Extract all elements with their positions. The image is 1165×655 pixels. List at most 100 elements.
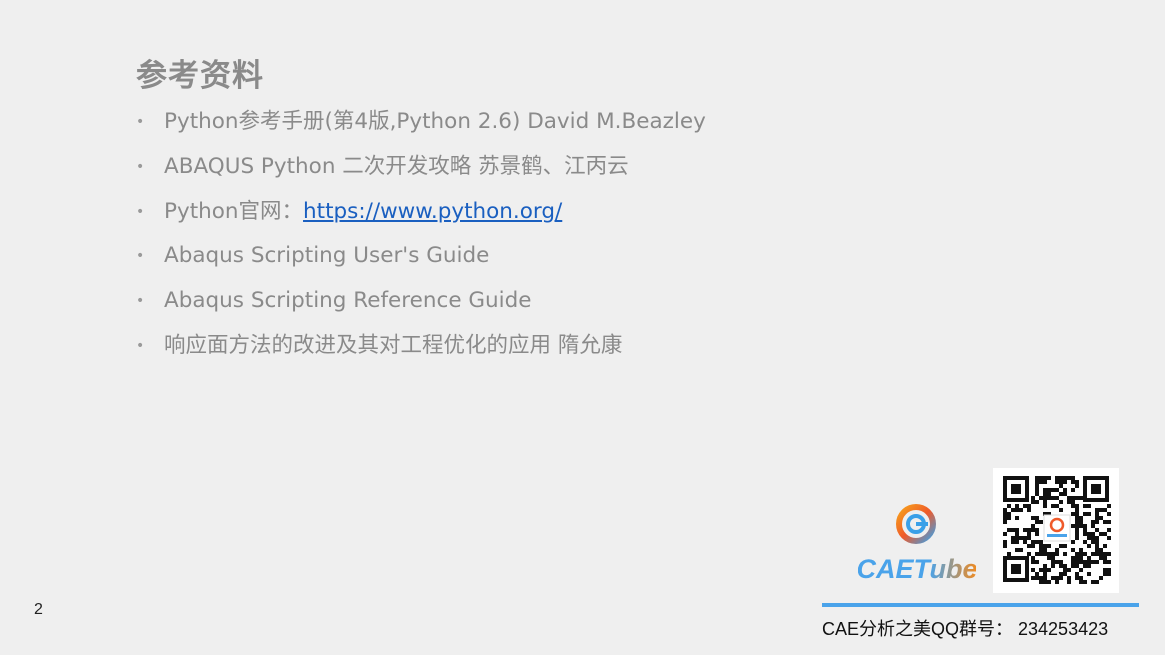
- qr-module: [1063, 476, 1067, 480]
- qr-module: [1071, 500, 1075, 504]
- qr-module: [1059, 500, 1063, 504]
- qr-module: [1059, 544, 1063, 548]
- qr-module: [1039, 480, 1043, 484]
- footer-divider: [822, 603, 1139, 607]
- python-website-link[interactable]: https://www.python.org/: [303, 199, 562, 224]
- list-item: • Python参考手册(第4版,Python 2.6) David M.Bea…: [136, 100, 706, 145]
- qr-module: [1059, 484, 1063, 488]
- qr-module: [1107, 572, 1111, 576]
- qr-module: [1075, 560, 1079, 564]
- qr-module: [1035, 572, 1039, 576]
- qr-module: [1039, 476, 1043, 480]
- qr-module: [1091, 520, 1095, 524]
- qr-module: [1075, 496, 1079, 500]
- qr-module: [1031, 500, 1035, 504]
- slide: 参考资料 • Python参考手册(第4版,Python 2.6) David …: [0, 0, 1165, 655]
- qr-module: [1051, 488, 1055, 492]
- list-item-text: Abaqus Scripting Reference Guide: [164, 288, 532, 314]
- qr-module: [1075, 576, 1079, 580]
- qr-module: [1075, 480, 1079, 484]
- list-item: • 响应面方法的改进及其对工程优化的应用 隋允康: [136, 324, 706, 369]
- qr-module: [1059, 476, 1063, 480]
- qr-module: [1015, 504, 1019, 508]
- qr-module: [1079, 496, 1083, 500]
- qr-module: [1075, 516, 1079, 520]
- qr-module: [1063, 572, 1067, 576]
- qr-module: [1099, 556, 1103, 560]
- qr-module: [1063, 480, 1067, 484]
- qr-module: [1083, 528, 1087, 532]
- qr-module: [1031, 528, 1035, 532]
- qr-module: [1083, 560, 1087, 564]
- qr-module: [1059, 560, 1063, 564]
- qr-module: [1023, 540, 1027, 544]
- qr-module: [1091, 540, 1095, 544]
- qr-module: [1107, 536, 1111, 540]
- qr-module: [1075, 556, 1079, 560]
- qr-module: [1095, 528, 1099, 532]
- qr-module: [1067, 580, 1071, 584]
- qr-module: [1067, 500, 1071, 504]
- qr-module: [1059, 508, 1063, 512]
- qr-module: [1047, 544, 1051, 548]
- qr-module: [1039, 540, 1043, 544]
- qr-module: [1099, 552, 1103, 556]
- qr-module: [1015, 516, 1019, 520]
- qr-module: [1051, 552, 1055, 556]
- qr-module: [1043, 544, 1047, 548]
- qr-module: [1107, 528, 1111, 532]
- qr-module: [1095, 544, 1099, 548]
- qr-module: [1071, 540, 1075, 544]
- bullet-icon: •: [136, 158, 145, 175]
- qr-module: [1087, 504, 1091, 508]
- qr-module: [1103, 532, 1107, 536]
- qr-module: [1071, 504, 1075, 508]
- qr-module: [1043, 580, 1047, 584]
- qr-module: [1007, 516, 1011, 520]
- qr-module: [1051, 560, 1055, 564]
- qr-module: [1071, 524, 1075, 528]
- qr-module: [1099, 548, 1103, 552]
- qr-module: [1087, 532, 1091, 536]
- qr-module: [1047, 568, 1051, 572]
- qr-module: [1043, 496, 1047, 500]
- reference-list: • Python参考手册(第4版,Python 2.6) David M.Bea…: [136, 100, 706, 369]
- qr-module: [1007, 528, 1011, 532]
- qr-module: [1087, 544, 1091, 548]
- qr-module: [1051, 576, 1055, 580]
- qr-module: [1095, 548, 1099, 552]
- bullet-icon: •: [136, 293, 145, 310]
- qr-module: [1091, 524, 1095, 528]
- qr-module: [1067, 496, 1071, 500]
- qr-module: [1031, 576, 1035, 580]
- qr-module: [1063, 564, 1067, 568]
- qr-module: [1023, 536, 1027, 540]
- qr-module: [1031, 516, 1035, 520]
- qr-module: [1015, 528, 1019, 532]
- qr-module: [1091, 552, 1095, 556]
- qr-module: [1107, 512, 1111, 516]
- qr-module: [1103, 568, 1107, 572]
- qr-module: [1091, 532, 1095, 536]
- qr-module: [1055, 552, 1059, 556]
- qr-module: [1083, 504, 1087, 508]
- qr-module: [1043, 500, 1047, 504]
- qr-module: [1039, 544, 1043, 548]
- qr-module: [1035, 516, 1039, 520]
- qr-module: [1043, 488, 1047, 492]
- qr-module: [1095, 520, 1099, 524]
- qr-module: [1031, 556, 1035, 560]
- qr-module: [1087, 512, 1091, 516]
- cae-tube-logo-icon: CAETube: [858, 504, 976, 584]
- qr-module: [1035, 500, 1039, 504]
- qr-module: [1071, 556, 1075, 560]
- qr-module: [1047, 580, 1051, 584]
- qr-module: [1075, 528, 1079, 532]
- qr-module: [1063, 544, 1067, 548]
- qr-module: [1095, 560, 1099, 564]
- qr-module: [1071, 488, 1075, 492]
- qr-module: [1099, 576, 1103, 580]
- qr-module: [1031, 544, 1035, 548]
- qr-module: [1063, 568, 1067, 572]
- qr-module: [1083, 552, 1087, 556]
